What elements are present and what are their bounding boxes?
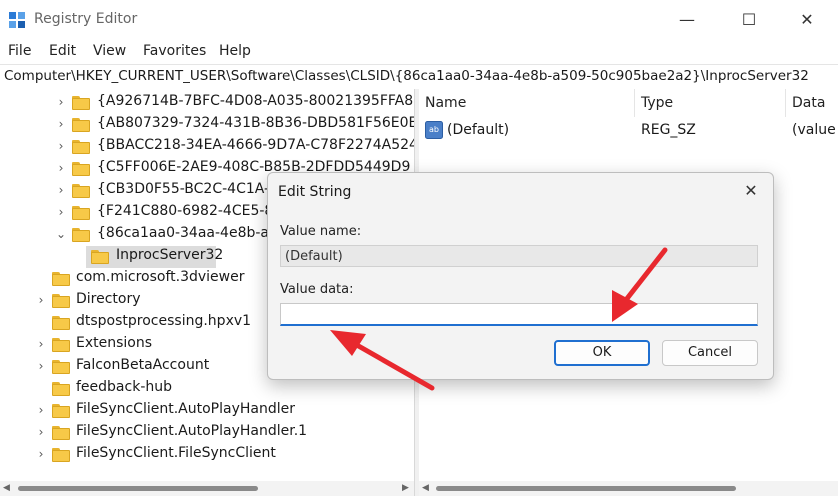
tree-item-label: com.microsoft.3dviewer: [76, 269, 245, 285]
folder-icon: [72, 118, 90, 132]
value-name-field: (Default): [280, 245, 758, 267]
value-type: REG_SZ: [641, 122, 696, 138]
folder-icon: [52, 272, 70, 286]
dialog-close-button[interactable]: ✕: [741, 181, 761, 201]
folder-icon: [52, 382, 70, 396]
maximize-button[interactable]: ☐: [734, 8, 764, 32]
value-name: (Default): [447, 122, 510, 138]
tree-item-label: FileSyncClient.FileSyncClient: [76, 445, 276, 461]
chevron-down-icon[interactable]: ⌄: [55, 227, 67, 241]
tree-item-label: feedback-hub: [76, 379, 172, 395]
tree-item-label: FileSyncClient.AutoPlayHandler.1: [76, 423, 308, 439]
tree-item-label: {AB807329-7324-431B-8B36-DBD581F56E0E: [97, 115, 414, 131]
folder-icon: [72, 184, 90, 198]
ok-button[interactable]: OK: [554, 340, 650, 366]
cancel-button[interactable]: Cancel: [662, 340, 758, 366]
tree-item-label: {CB3D0F55-BC2C-4C1A-85: [97, 181, 287, 197]
chevron-right-icon[interactable]: ›: [55, 205, 67, 219]
tree-item-label: Directory: [76, 291, 141, 307]
folder-icon: [72, 162, 90, 176]
folder-icon: [72, 96, 90, 110]
folder-icon: [72, 140, 90, 154]
folder-icon: [52, 426, 70, 440]
address-path: Computer\HKEY_CURRENT_USER\Software\Clas…: [4, 68, 809, 84]
folder-open-icon: [72, 228, 90, 242]
menu-edit[interactable]: Edit: [49, 43, 76, 59]
registry-editor-icon: [9, 12, 25, 28]
chevron-right-icon[interactable]: ›: [55, 117, 67, 131]
value-row[interactable]: ab (Default) REG_SZ (value n: [419, 119, 838, 141]
tree-item[interactable]: › {AB807329-7324-431B-8B36-DBD581F56E0E: [0, 114, 414, 136]
folder-icon: [91, 250, 109, 264]
tree-item[interactable]: › FileSyncClient.FileSyncClient: [0, 444, 414, 466]
svg-text:ab: ab: [429, 125, 439, 134]
folder-icon: [52, 404, 70, 418]
menu-favorites[interactable]: Favorites: [143, 43, 206, 59]
tree-item[interactable]: feedback-hub: [0, 378, 414, 400]
tree-scroll-thumb[interactable]: [18, 486, 258, 491]
folder-icon: [72, 206, 90, 220]
folder-icon: [52, 448, 70, 462]
chevron-right-icon[interactable]: ›: [35, 403, 47, 417]
tree-item[interactable]: › {A926714B-7BFC-4D08-A035-80021395FFA8: [0, 92, 414, 114]
dialog-title: Edit String: [278, 184, 352, 200]
scroll-right-icon[interactable]: ▶: [402, 483, 412, 493]
chevron-right-icon[interactable]: ›: [35, 293, 47, 307]
chevron-right-icon[interactable]: ›: [55, 183, 67, 197]
tree-item-label: Extensions: [76, 335, 153, 351]
scroll-left-icon[interactable]: ◀: [3, 483, 13, 493]
chevron-right-icon[interactable]: ›: [35, 359, 47, 373]
chevron-right-icon[interactable]: ›: [55, 95, 67, 109]
folder-icon: [52, 338, 70, 352]
value-data-input[interactable]: [280, 303, 758, 326]
folder-icon: [52, 294, 70, 308]
value-data: (value n: [792, 122, 838, 138]
chevron-right-icon[interactable]: ›: [35, 425, 47, 439]
title-bar: Registry Editor — ☐ ✕: [0, 0, 838, 40]
tree-item-label: InprocServer32: [116, 247, 224, 263]
column-header-type[interactable]: Type: [635, 89, 786, 117]
column-header-data[interactable]: Data: [786, 89, 838, 117]
value-name-label: Value name:: [280, 224, 362, 239]
tree-item-label: {86ca1aa0-34aa-4e8b-a50: [97, 225, 287, 241]
window-title: Registry Editor: [34, 11, 138, 27]
tree-item[interactable]: › FileSyncClient.AutoPlayHandler: [0, 400, 414, 422]
minimize-button[interactable]: —: [672, 8, 702, 32]
tree-item-label: {F241C880-6982-4CE5-8C: [97, 203, 284, 219]
chevron-right-icon[interactable]: ›: [55, 161, 67, 175]
menu-help[interactable]: Help: [219, 43, 251, 59]
tree-item-label: FalconBetaAccount: [76, 357, 210, 373]
tree-item-label: {BBACC218-34EA-4666-9D7A-C78F2274A524: [97, 137, 414, 153]
value-data-label: Value data:: [280, 282, 354, 297]
values-scroll-thumb[interactable]: [436, 486, 736, 491]
tree-item-label: {A926714B-7BFC-4D08-A035-80021395FFA8: [97, 93, 414, 109]
folder-icon: [52, 316, 70, 330]
close-button[interactable]: ✕: [792, 8, 822, 32]
menu-view[interactable]: View: [93, 43, 126, 59]
string-value-icon: ab: [425, 121, 443, 139]
chevron-right-icon[interactable]: ›: [35, 447, 47, 461]
tree-item[interactable]: › FileSyncClient.AutoPlayHandler.1: [0, 422, 414, 444]
tree-item-label: dtspostprocessing.hpxv1: [76, 313, 252, 329]
folder-icon: [52, 360, 70, 374]
tree-item-label: FileSyncClient.AutoPlayHandler: [76, 401, 295, 417]
menu-bar: File Edit View Favorites Help: [0, 40, 838, 64]
menu-file[interactable]: File: [8, 43, 31, 59]
edit-string-dialog: Edit String ✕ Value name: (Default) Valu…: [267, 172, 774, 380]
chevron-right-icon[interactable]: ›: [55, 139, 67, 153]
address-bar[interactable]: Computer\HKEY_CURRENT_USER\Software\Clas…: [0, 64, 838, 90]
scroll-left-icon[interactable]: ◀: [422, 483, 432, 493]
chevron-right-icon[interactable]: ›: [35, 337, 47, 351]
column-header-name[interactable]: Name: [419, 89, 635, 117]
tree-item[interactable]: › {BBACC218-34EA-4666-9D7A-C78F2274A524: [0, 136, 414, 158]
